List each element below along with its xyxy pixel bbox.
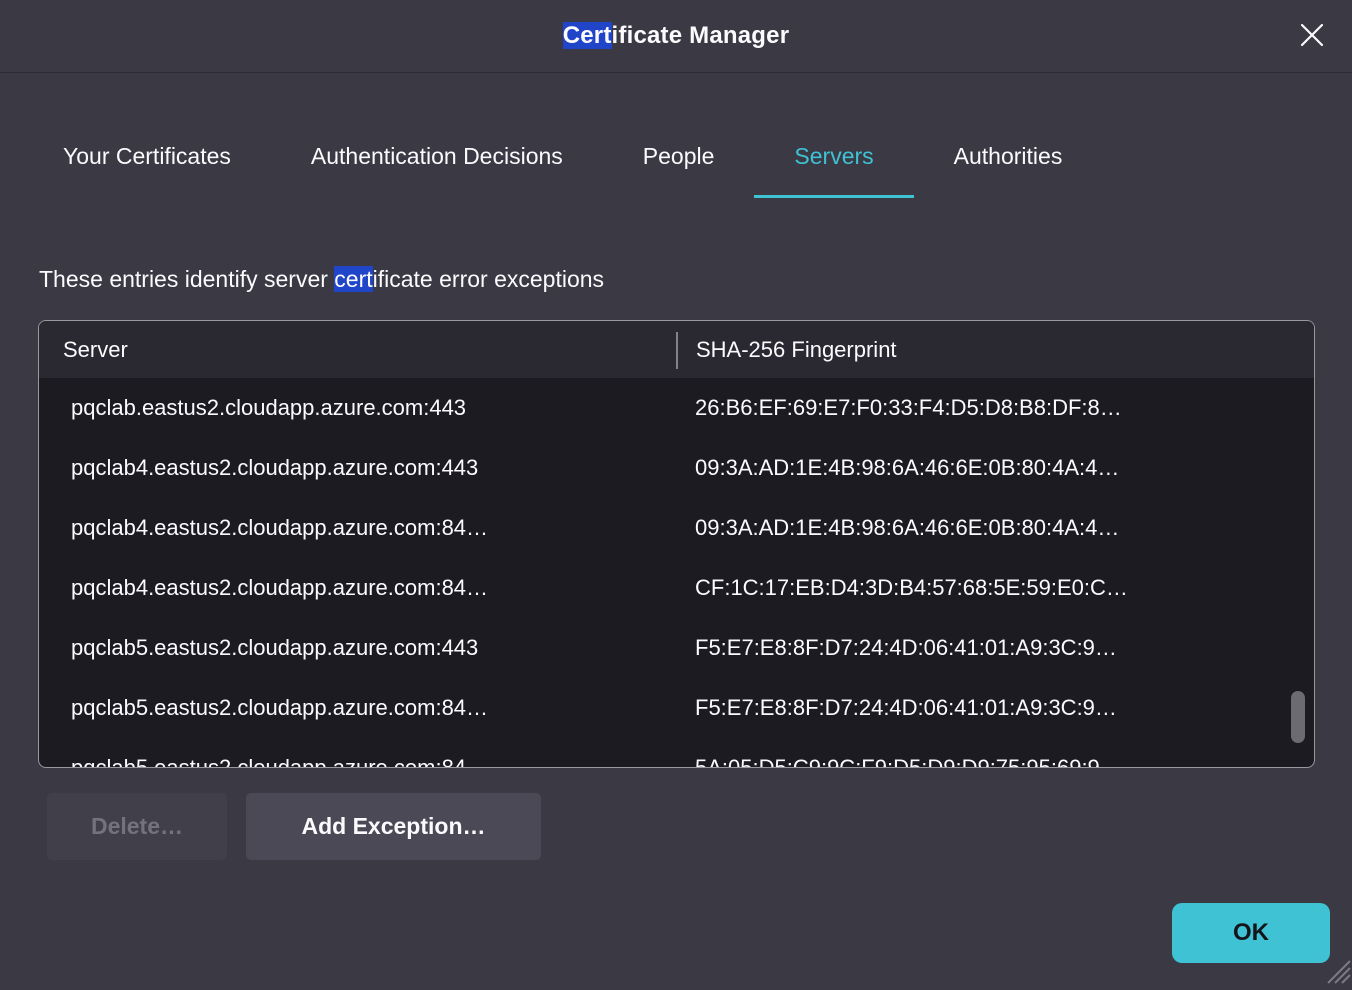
description-after: ificate error exceptions — [373, 266, 604, 292]
table-row[interactable]: pqclab.eastus2.cloudapp.azure.com:44326:… — [39, 378, 1314, 438]
table-row[interactable]: pqclab4.eastus2.cloudapp.azure.com:84…CF… — [39, 558, 1314, 618]
ok-button[interactable]: OK — [1172, 903, 1330, 963]
tab-strip: Your CertificatesAuthentication Decision… — [23, 118, 1102, 198]
table-row[interactable]: pqclab5.eastus2.cloudapp.azure.com:84…5A… — [39, 738, 1314, 768]
column-divider[interactable] — [676, 332, 678, 369]
tab-authorities[interactable]: Authorities — [914, 118, 1103, 198]
title-find-highlight: Cert — [563, 22, 612, 49]
table-row[interactable]: pqclab4.eastus2.cloudapp.azure.com:84…09… — [39, 498, 1314, 558]
table-body: pqclab.eastus2.cloudapp.azure.com:44326:… — [39, 378, 1314, 768]
table-row[interactable]: pqclab5.eastus2.cloudapp.azure.com:443F5… — [39, 618, 1314, 678]
vertical-scrollbar-thumb[interactable] — [1291, 691, 1305, 743]
table-row[interactable]: pqclab4.eastus2.cloudapp.azure.com:44309… — [39, 438, 1314, 498]
server-cell: pqclab5.eastus2.cloudapp.azure.com:84… — [39, 755, 676, 768]
server-exceptions-table: Server SHA-256 Fingerprint pqclab.eastus… — [38, 320, 1315, 768]
column-header-fingerprint[interactable]: SHA-256 Fingerprint — [676, 337, 897, 363]
close-icon — [1299, 22, 1325, 53]
fingerprint-cell: F5:E7:E8:8F:D7:24:4D:06:41:01:A9:3C:9… — [676, 695, 1314, 721]
add-exception-button[interactable]: Add Exception… — [246, 793, 541, 860]
server-cell: pqclab4.eastus2.cloudapp.azure.com:84… — [39, 515, 676, 541]
table-header: Server SHA-256 Fingerprint — [39, 321, 1314, 378]
column-header-server[interactable]: Server — [39, 337, 676, 363]
resize-grip-icon[interactable] — [1323, 956, 1351, 989]
fingerprint-cell: 5A:05:D5:C9:9C:F9:D5:D9:D9:75:95:69:9… — [676, 755, 1314, 768]
description-before: These entries identify server — [39, 266, 334, 292]
description-find-highlight: cert — [334, 266, 372, 292]
server-cell: pqclab5.eastus2.cloudapp.azure.com:443 — [39, 635, 676, 661]
server-cell: pqclab5.eastus2.cloudapp.azure.com:84… — [39, 695, 676, 721]
fingerprint-cell: 09:3A:AD:1E:4B:98:6A:46:6E:0B:80:4A:4… — [676, 455, 1314, 481]
fingerprint-cell: 09:3A:AD:1E:4B:98:6A:46:6E:0B:80:4A:4… — [676, 515, 1314, 541]
table-row[interactable]: pqclab5.eastus2.cloudapp.azure.com:84…F5… — [39, 678, 1314, 738]
dialog-titlebar: Certificate Manager — [0, 0, 1352, 73]
server-cell: pqclab4.eastus2.cloudapp.azure.com:84… — [39, 575, 676, 601]
fingerprint-cell: F5:E7:E8:8F:D7:24:4D:06:41:01:A9:3C:9… — [676, 635, 1314, 661]
delete-button[interactable]: Delete… — [47, 793, 227, 860]
tab-people[interactable]: People — [603, 118, 755, 198]
fingerprint-cell: CF:1C:17:EB:D4:3D:B4:57:68:5E:59:E0:C… — [676, 575, 1314, 601]
fingerprint-cell: 26:B6:EF:69:E7:F0:33:F4:D5:D8:B8:DF:8… — [676, 395, 1314, 421]
tab-servers[interactable]: Servers — [754, 118, 913, 198]
description-text: These entries identify server certificat… — [39, 266, 604, 293]
tab-authentication-decisions[interactable]: Authentication Decisions — [271, 118, 603, 198]
title-rest: ificate Manager — [612, 22, 790, 49]
tab-your-certificates[interactable]: Your Certificates — [23, 118, 271, 198]
close-button[interactable] — [1294, 19, 1330, 55]
server-cell: pqclab.eastus2.cloudapp.azure.com:443 — [39, 395, 676, 421]
server-cell: pqclab4.eastus2.cloudapp.azure.com:443 — [39, 455, 676, 481]
page-title: Certificate Manager — [563, 22, 790, 50]
